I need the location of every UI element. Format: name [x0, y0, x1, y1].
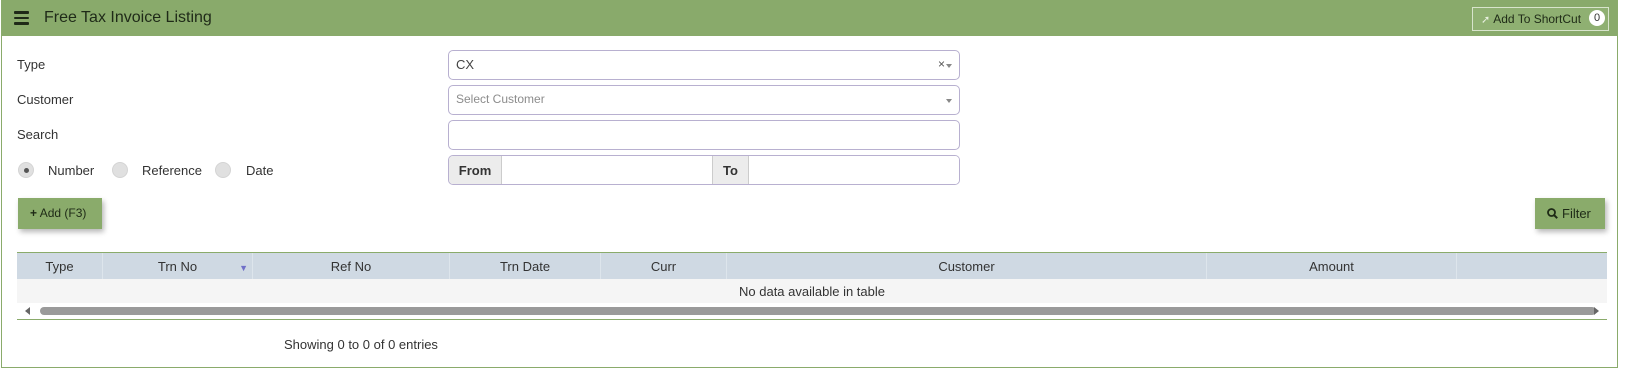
search-input[interactable] [448, 120, 960, 150]
column-ref-no[interactable]: Ref No [253, 253, 450, 279]
column-trn-date[interactable]: Trn Date [450, 253, 601, 279]
scroll-left-icon[interactable] [25, 307, 30, 315]
column-curr[interactable]: Curr [601, 253, 727, 279]
search-icon [1547, 208, 1558, 219]
customer-placeholder: Select Customer [456, 92, 545, 106]
add-button-label: Add (F3) [39, 206, 87, 220]
column-customer[interactable]: Customer [727, 253, 1207, 279]
add-button[interactable]: + Add (F3) [18, 198, 102, 229]
radio-number-label: Number [48, 163, 95, 178]
to-input[interactable] [749, 156, 959, 184]
from-label: From [449, 156, 502, 184]
filter-button[interactable]: Filter [1535, 198, 1605, 229]
scrollbar-thumb[interactable] [40, 307, 1596, 315]
scroll-right-icon[interactable] [1594, 307, 1599, 315]
column-amount[interactable]: Amount [1207, 253, 1457, 279]
table-body: No data available in table [17, 279, 1607, 303]
add-to-shortcut-button[interactable]: ➚ Add To ShortCut 0 [1472, 7, 1609, 31]
plus-icon: + [30, 206, 38, 220]
range-group: From To [448, 155, 960, 185]
radio-reference-label: Reference [142, 163, 202, 178]
chevron-down-icon [946, 64, 952, 68]
search-label: Search [17, 127, 59, 142]
radio-date-label: Date [246, 163, 274, 178]
column-trn-no-label: Trn No [157, 259, 198, 274]
customer-label: Customer [17, 92, 74, 107]
shortcut-count-badge: 0 [1589, 10, 1605, 26]
from-input[interactable] [502, 156, 712, 184]
radio-date[interactable] [215, 162, 231, 178]
column-trn-no[interactable]: Trn No ▼ [103, 253, 253, 279]
rocket-icon: ➚ [1481, 14, 1491, 26]
shortcut-label: Add To ShortCut [1493, 12, 1582, 26]
to-label: To [712, 156, 749, 184]
type-value: CX [456, 57, 475, 72]
table-header: Type Trn No ▼ Ref No Trn Date Curr Custo… [17, 253, 1607, 279]
chevron-down-icon [946, 99, 952, 103]
type-label: Type [17, 57, 46, 72]
table-info: Showing 0 to 0 of 0 entries [284, 337, 438, 352]
empty-message: No data available in table [739, 284, 885, 299]
customer-select[interactable]: Select Customer [448, 85, 960, 115]
page-title: Free Tax Invoice Listing [44, 9, 212, 26]
column-type[interactable]: Type [17, 253, 103, 279]
data-table: Type Trn No ▼ Ref No Trn Date Curr Custo… [17, 252, 1607, 320]
filter-button-label: Filter [1562, 206, 1591, 221]
radio-number[interactable] [18, 162, 34, 178]
menu-icon[interactable] [14, 11, 29, 25]
listing-panel: Free Tax Invoice Listing ➚ Add To ShortCu… [1, 0, 1618, 368]
radio-reference[interactable] [112, 162, 128, 178]
sort-desc-icon: ▼ [239, 263, 248, 273]
clear-icon[interactable]: × [938, 57, 945, 71]
type-select[interactable]: CX × [448, 50, 960, 80]
horizontal-scrollbar[interactable] [17, 304, 1607, 318]
page-header: Free Tax Invoice Listing ➚ Add To ShortCu… [2, 0, 1617, 36]
